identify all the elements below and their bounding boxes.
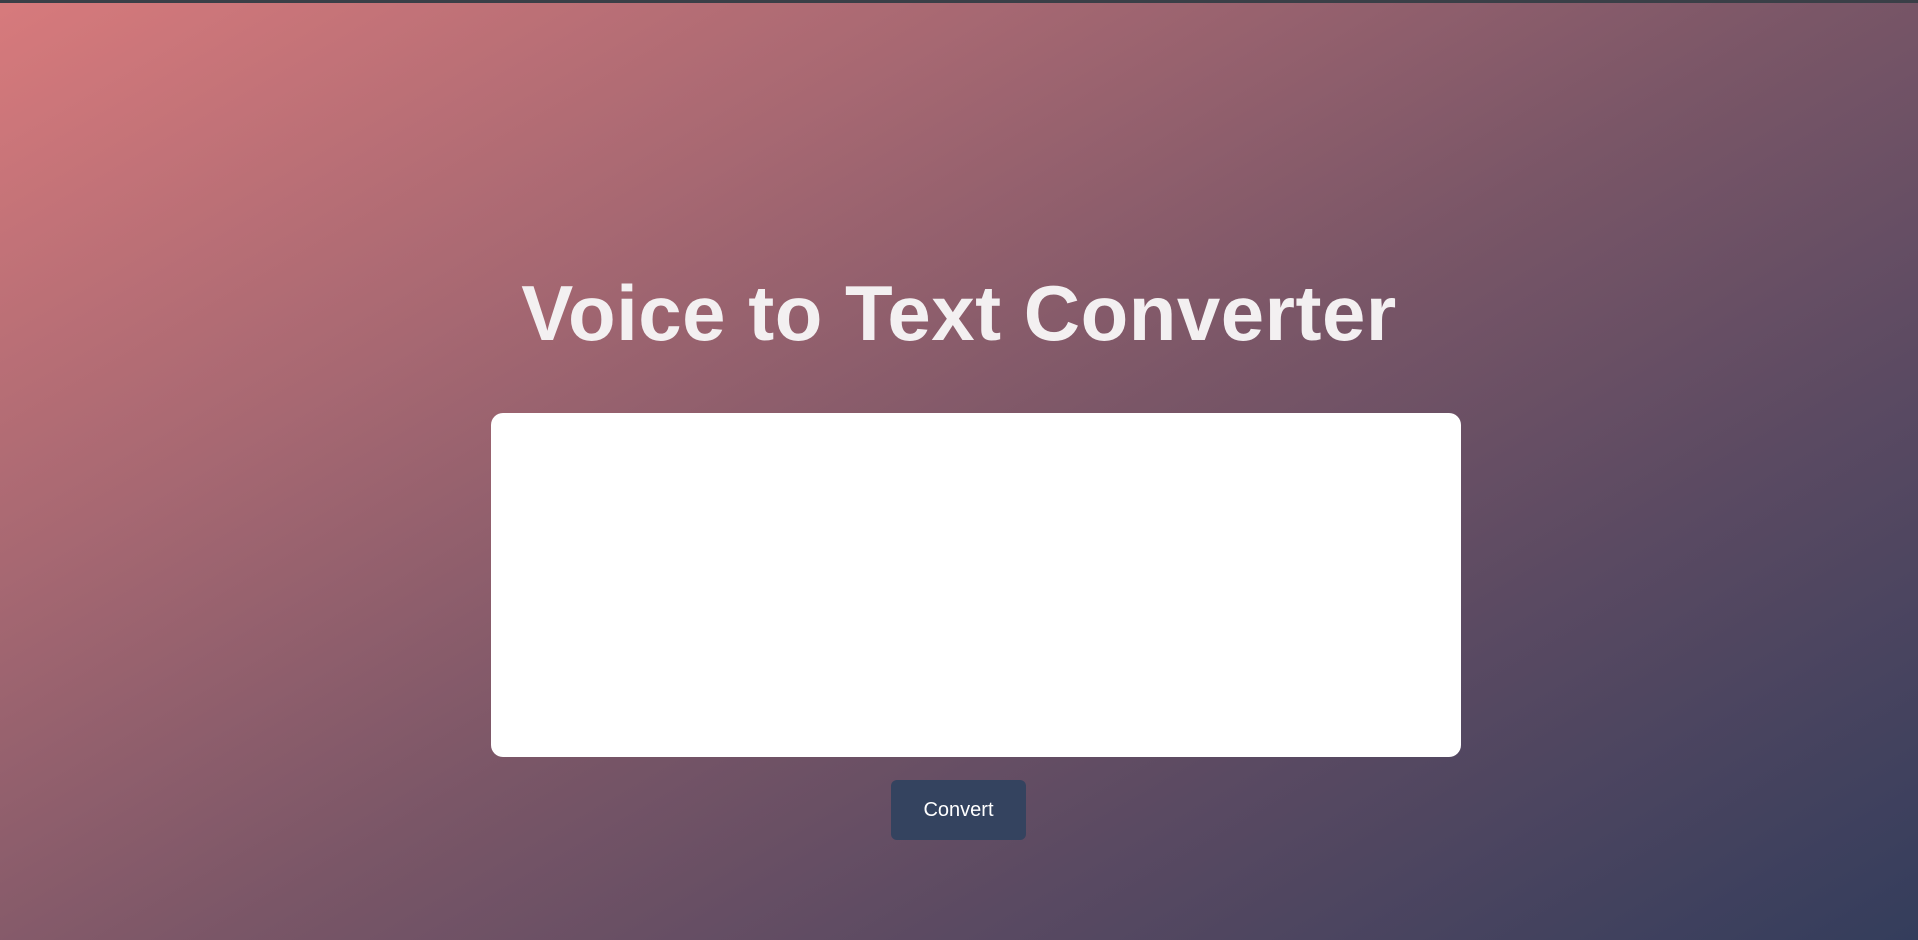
convert-button[interactable]: Convert <box>891 780 1026 840</box>
transcript-textarea[interactable] <box>491 413 1461 757</box>
page-title: Voice to Text Converter <box>521 269 1397 357</box>
main-content: Voice to Text Converter Convert <box>0 0 1918 940</box>
